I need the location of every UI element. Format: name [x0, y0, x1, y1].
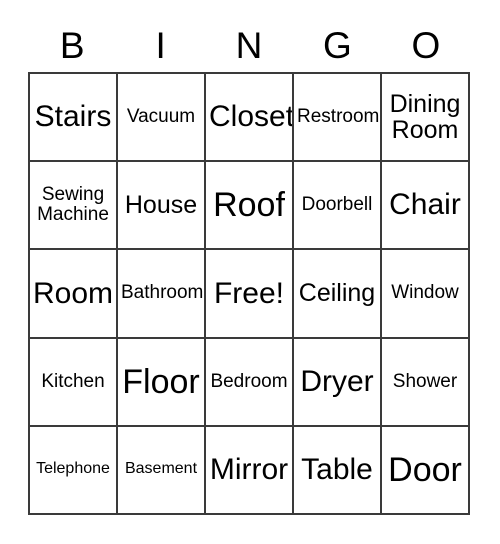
- bingo-header-letter-i: I: [155, 24, 166, 66]
- bingo-cell[interactable]: Ceiling: [294, 250, 382, 339]
- bingo-cell-label: Dining Room: [389, 89, 461, 145]
- bingo-cell[interactable]: House: [118, 162, 206, 251]
- bingo-header: BINGO: [28, 18, 470, 72]
- bingo-grid: Stairs Vacuum Closet Restroom Dining Room Sew…: [28, 72, 470, 515]
- bingo-cell-label: Kitchen: [41, 370, 105, 392]
- bingo-cell-label: Room: [33, 276, 114, 310]
- bingo-header-letter-n: N: [235, 24, 263, 66]
- bingo-cell-label: Bathroom: [121, 282, 204, 304]
- bingo-cell-label: Roof: [213, 186, 285, 225]
- bingo-cell[interactable]: Sewing Machine: [30, 162, 118, 251]
- bingo-cell-label: Basement: [124, 460, 198, 478]
- bingo-cell-label: Free!: [213, 276, 285, 310]
- bingo-cell-label: House: [124, 191, 198, 220]
- bingo-cell[interactable]: Restroom: [294, 74, 382, 163]
- bingo-cell[interactable]: Chair: [382, 162, 470, 251]
- bingo-cell-label: Table: [301, 452, 373, 486]
- bingo-cell[interactable]: Kitchen: [30, 338, 118, 427]
- bingo-cell-label: Mirror: [209, 452, 289, 486]
- bingo-cell[interactable]: Mirror: [206, 426, 294, 515]
- bingo-free-space[interactable]: Free!: [206, 250, 294, 339]
- bingo-cell[interactable]: Telephone: [30, 426, 118, 515]
- bingo-cell-label: Bedroom: [210, 370, 288, 392]
- bingo-cell-label: Sewing Machine: [37, 184, 109, 226]
- bingo-cell[interactable]: Roof: [206, 162, 294, 251]
- bingo-cell-label: Shower: [392, 370, 458, 392]
- bingo-cell-label: Floor: [122, 362, 200, 401]
- bingo-cell[interactable]: Vacuum: [118, 74, 206, 163]
- bingo-cell[interactable]: Bedroom: [206, 338, 294, 427]
- bingo-cell[interactable]: Stairs: [30, 74, 118, 163]
- bingo-card: B I N G O Stairs Vacuum Closet Restroom Dining R…: [0, 0, 500, 544]
- bingo-header-letter-g: G: [323, 24, 352, 66]
- bingo-cell-label: Doorbell: [301, 194, 373, 216]
- bingo-cell-label: Door: [388, 450, 462, 489]
- bingo-cell[interactable]: Bathroom: [118, 250, 206, 339]
- bingo-cell-label: Telephone: [36, 460, 110, 478]
- bingo-cell[interactable]: Floor: [118, 338, 206, 427]
- bingo-cell[interactable]: Doorbell: [294, 162, 382, 251]
- bingo-cell-label: Restroom: [297, 106, 380, 128]
- bingo-cell[interactable]: Dryer: [294, 338, 382, 427]
- bingo-cell[interactable]: Door: [382, 426, 470, 515]
- bingo-cell-label: Closet: [209, 100, 294, 134]
- bingo-cell[interactable]: Room: [30, 250, 118, 339]
- bingo-cell-label: Chair: [389, 188, 461, 222]
- bingo-cell[interactable]: Window: [382, 250, 470, 339]
- bingo-cell-label: Dryer: [300, 364, 374, 398]
- bingo-cell-label: Vacuum: [126, 106, 196, 128]
- bingo-header-letter-b: B: [59, 24, 85, 66]
- bingo-cell[interactable]: Dining Room: [382, 74, 470, 163]
- bingo-cell[interactable]: Basement: [118, 426, 206, 515]
- bingo-cell[interactable]: Shower: [382, 338, 470, 427]
- bingo-cell-label: Ceiling: [298, 279, 376, 308]
- bingo-cell-label: Stairs: [34, 100, 112, 134]
- bingo-header-letter-o: O: [411, 24, 441, 66]
- bingo-cell[interactable]: Table: [294, 426, 382, 515]
- bingo-cell-label: Window: [391, 282, 459, 304]
- bingo-cell[interactable]: Closet: [206, 74, 294, 163]
